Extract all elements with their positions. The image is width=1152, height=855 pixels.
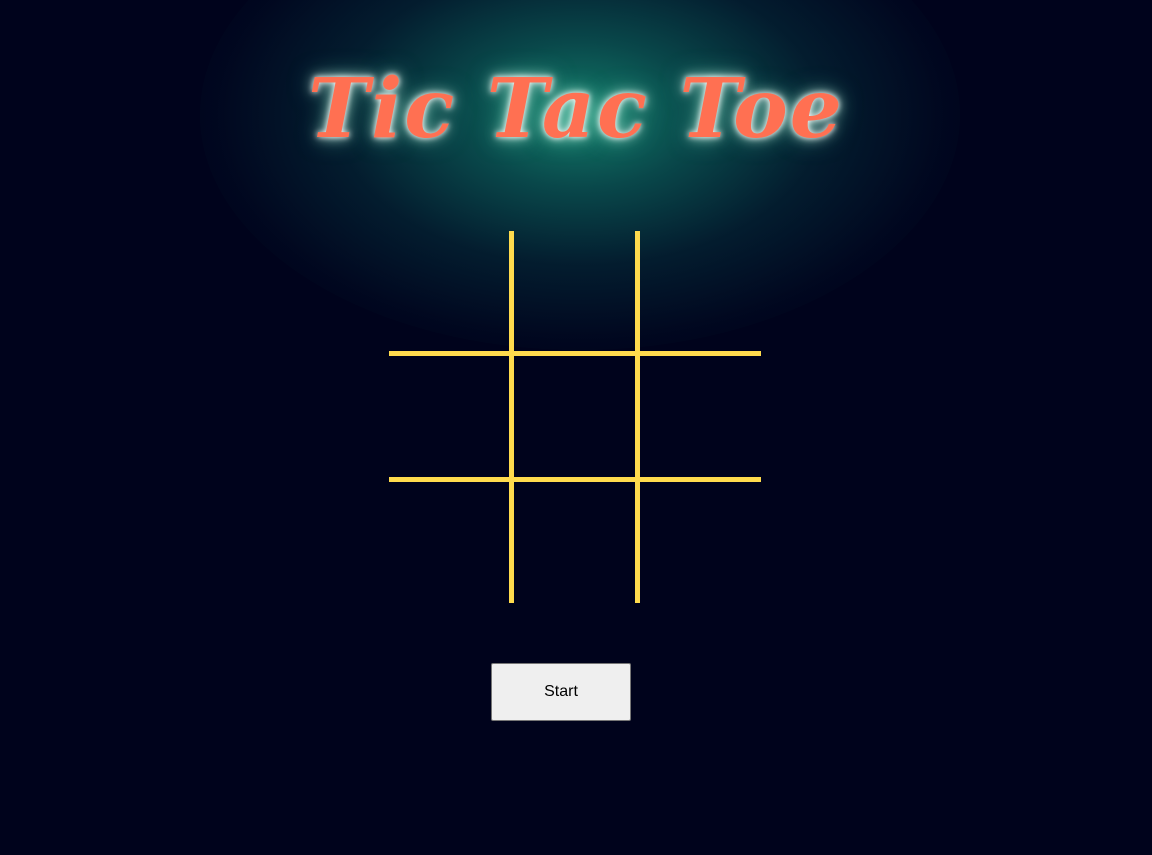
grid-line-horizontal-2 xyxy=(389,477,761,482)
board-cell-3[interactable] xyxy=(389,356,509,476)
board-cell-1[interactable] xyxy=(514,231,634,351)
board-cell-2[interactable] xyxy=(640,231,760,351)
board-cell-0[interactable] xyxy=(389,231,509,351)
grid-line-vertical-1 xyxy=(509,231,514,603)
page-title: Tic Tac Toe xyxy=(308,61,844,157)
board-cell-6[interactable] xyxy=(389,482,509,602)
grid-line-horizontal-1 xyxy=(389,351,761,356)
board-cell-7[interactable] xyxy=(514,482,634,602)
game-board xyxy=(389,231,761,603)
board-cell-4[interactable] xyxy=(514,356,634,476)
board-cell-8[interactable] xyxy=(640,482,760,602)
board-cell-5[interactable] xyxy=(640,356,760,476)
grid-line-vertical-2 xyxy=(635,231,640,603)
start-button[interactable]: Start xyxy=(491,663,631,721)
